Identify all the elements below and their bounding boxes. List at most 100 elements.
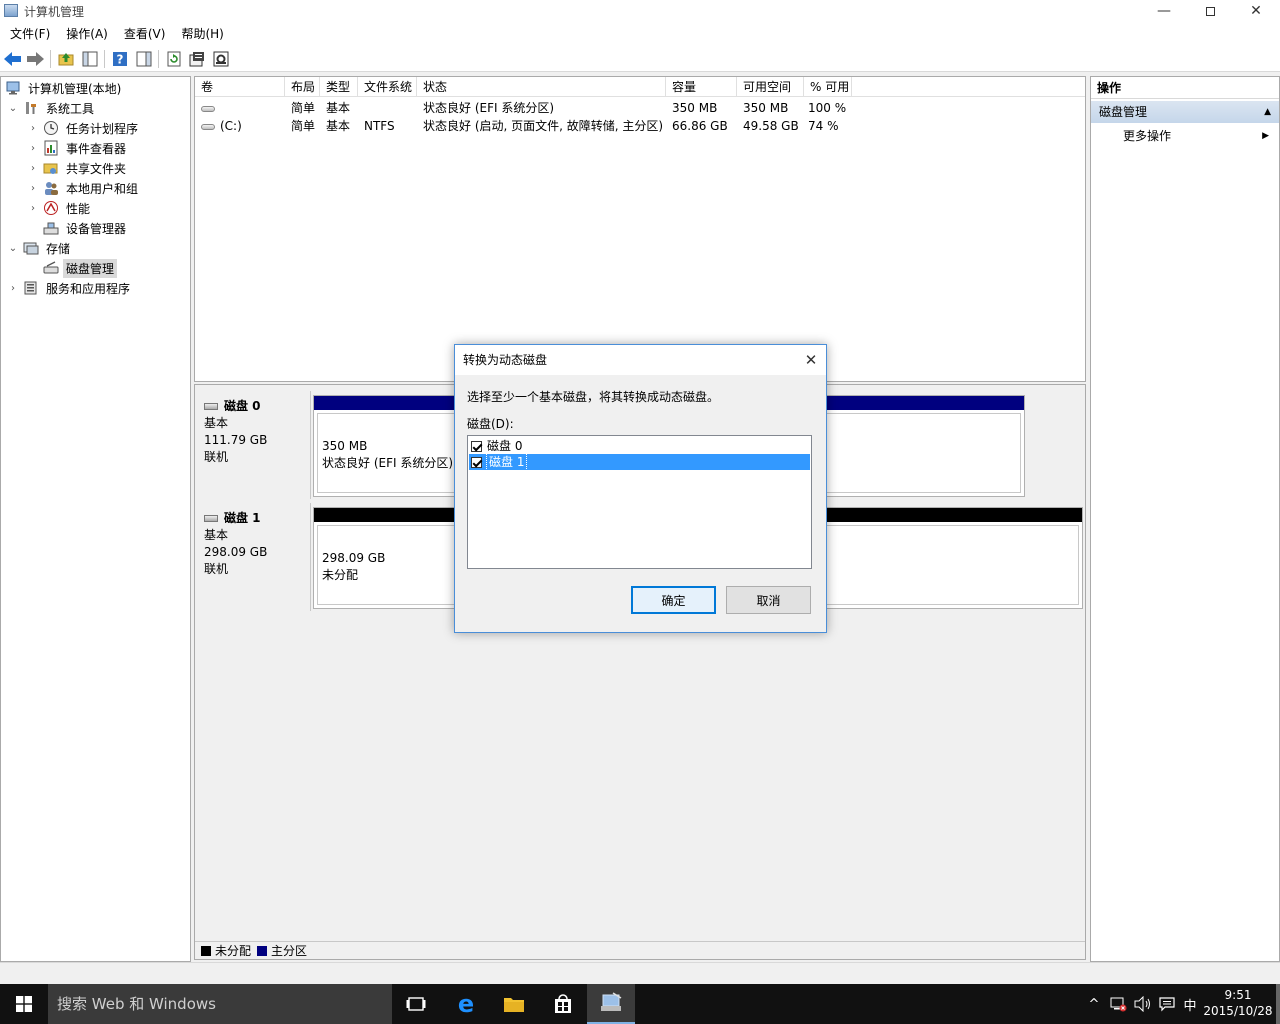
status-bar: [0, 962, 1280, 984]
edge-app-button[interactable]: e: [442, 984, 490, 1024]
taskbar-search-box[interactable]: 搜索 Web 和 Windows: [48, 984, 392, 1024]
status-cell: 状态良好 (启动, 页面文件, 故障转储, 主分区): [423, 119, 664, 133]
computer-management-taskbar-button[interactable]: [587, 984, 635, 1024]
arrow-right-icon: ▶: [1262, 131, 1269, 141]
chevron-right-icon[interactable]: ›: [27, 123, 39, 134]
maximize-button[interactable]: [1187, 0, 1233, 22]
tree-item-performance[interactable]: › 性能: [27, 198, 93, 218]
legend-primary: 主分区: [271, 944, 308, 958]
menu-file[interactable]: 文件(F): [0, 23, 58, 45]
store-icon: [555, 994, 571, 1013]
task-view-button[interactable]: [392, 984, 440, 1024]
chevron-right-icon[interactable]: ›: [27, 163, 39, 174]
list-item[interactable]: 磁盘 0: [469, 438, 810, 454]
help-button[interactable]: ?: [111, 50, 129, 68]
properties-icon: [189, 52, 204, 67]
title-bar: 计算机管理 — ✕: [0, 0, 1280, 22]
list-item[interactable]: 磁盘 1: [469, 453, 810, 471]
tree-item-services-applications[interactable]: › 服务和应用程序: [7, 278, 133, 298]
show-hidden-icons-button[interactable]: ^: [1084, 984, 1104, 1024]
actions-group-label: 磁盘管理: [1099, 105, 1148, 119]
properties-button[interactable]: [188, 50, 206, 68]
disk-0-checkbox[interactable]: [471, 440, 482, 452]
column-header-percent-free[interactable]: % 可用: [804, 77, 852, 97]
toolbar: ?: [0, 46, 1280, 72]
tree-item-shared-folders[interactable]: › 共享文件夹: [27, 158, 129, 178]
tree-item-task-scheduler[interactable]: › 任务计划程序: [27, 118, 141, 138]
refresh-button[interactable]: [165, 50, 183, 68]
show-hide-action-pane-button[interactable]: [135, 50, 153, 68]
show-desktop-button[interactable]: [1276, 984, 1280, 1024]
chevron-right-icon[interactable]: ›: [27, 143, 39, 154]
tree-item-device-manager[interactable]: 设备管理器: [43, 218, 129, 238]
chevron-down-icon[interactable]: ⌄: [7, 103, 19, 114]
column-header-status[interactable]: 状态: [417, 77, 666, 97]
network-tray-button[interactable]: [1106, 984, 1130, 1024]
minimize-button[interactable]: —: [1141, 0, 1187, 22]
settings-button[interactable]: [212, 50, 230, 68]
ok-button[interactable]: 确定: [631, 586, 716, 614]
input-method-indicator[interactable]: 中: [1180, 984, 1200, 1024]
disk-settings-icon: [213, 51, 229, 67]
cancel-button[interactable]: 取消: [726, 586, 811, 614]
disk-size: 111.79 GB: [204, 433, 268, 447]
disk-checklist: 磁盘 0 磁盘 1: [467, 435, 812, 569]
taskbar-clock[interactable]: 9:51 2015/10/28: [1198, 987, 1278, 1019]
tree-item-event-viewer[interactable]: › 事件查看器: [27, 138, 129, 158]
actions-group-disk-management[interactable]: 磁盘管理 ▲: [1091, 101, 1279, 123]
tree-item-disk-management[interactable]: 磁盘管理: [43, 258, 118, 278]
forward-button[interactable]: [26, 50, 44, 68]
chevron-right-icon[interactable]: ›: [27, 183, 39, 194]
table-row[interactable]: 简单 基本 状态良好 (EFI 系统分区) 350 MB 350 MB 100 …: [195, 99, 1085, 117]
svg-text:?: ?: [117, 53, 124, 67]
tree-item-label: 事件查看器: [66, 141, 127, 156]
computer-management-icon: [601, 992, 622, 1011]
status-cell: 状态良好 (EFI 系统分区): [423, 101, 555, 115]
chevron-down-icon[interactable]: ⌄: [7, 243, 19, 254]
back-button[interactable]: [4, 50, 22, 68]
actions-pane: 操作 磁盘管理 ▲ 更多操作 ▶: [1090, 76, 1280, 962]
type-cell: 基本: [326, 101, 351, 115]
windows-logo-icon: [16, 996, 32, 1012]
menu-action[interactable]: 操作(A): [58, 23, 116, 45]
layout-cell: 简单: [291, 119, 316, 133]
more-actions-item[interactable]: 更多操作 ▶: [1091, 126, 1279, 146]
tree-item-label: 共享文件夹: [66, 161, 127, 176]
unallocated-swatch: [201, 945, 211, 956]
performance-icon: [43, 200, 59, 216]
list-item-label: 磁盘 0: [487, 439, 523, 453]
up-folder-button[interactable]: [57, 50, 75, 68]
tree-item-local-users-groups[interactable]: › 本地用户和组: [27, 178, 141, 198]
tree-item-label: 任务计划程序: [66, 121, 139, 136]
disk-1-checkbox[interactable]: [471, 456, 482, 468]
volume-tray-button[interactable]: [1131, 984, 1155, 1024]
action-center-button[interactable]: [1155, 984, 1179, 1024]
store-app-button[interactable]: [539, 984, 587, 1024]
chevron-right-icon[interactable]: ›: [7, 283, 19, 294]
tree-item-storage[interactable]: ⌄ 存储: [7, 238, 73, 258]
restore-icon: [1205, 6, 1215, 16]
column-header-layout[interactable]: 布局: [285, 77, 320, 97]
chevron-right-icon[interactable]: ›: [27, 203, 39, 214]
clock-icon: [43, 120, 59, 136]
menu-help[interactable]: 帮助(H): [173, 23, 231, 45]
menu-view[interactable]: 查看(V): [116, 23, 174, 45]
column-header-volume[interactable]: 卷: [195, 77, 285, 97]
tree-item-label: 系统工具: [46, 101, 95, 116]
free-space-cell: 49.58 GB: [743, 119, 799, 133]
tree-item-label: 服务和应用程序: [46, 281, 131, 296]
column-header-filesystem[interactable]: 文件系统: [358, 77, 417, 97]
column-header-free-space[interactable]: 可用空间: [737, 77, 804, 97]
tree-item-system-tools[interactable]: ⌄ 系统工具: [7, 98, 97, 118]
file-explorer-button[interactable]: [490, 984, 538, 1024]
column-header-type[interactable]: 类型: [320, 77, 358, 97]
dialog-close-button[interactable]: ✕: [796, 345, 826, 375]
show-hide-tree-button[interactable]: [81, 50, 99, 68]
column-header-capacity[interactable]: 容量: [666, 77, 737, 97]
disk-0-info[interactable]: 磁盘 0 基本 111.79 GB 联机: [195, 391, 311, 499]
table-row[interactable]: (C:) 简单 基本 NTFS 状态良好 (启动, 页面文件, 故障转储, 主分…: [195, 117, 1085, 135]
tree-item-computer-management[interactable]: 计算机管理(本地): [5, 78, 124, 98]
start-button[interactable]: [0, 984, 48, 1024]
disk-1-info[interactable]: 磁盘 1 基本 298.09 GB 联机: [195, 503, 311, 611]
close-button[interactable]: ✕: [1233, 0, 1279, 22]
